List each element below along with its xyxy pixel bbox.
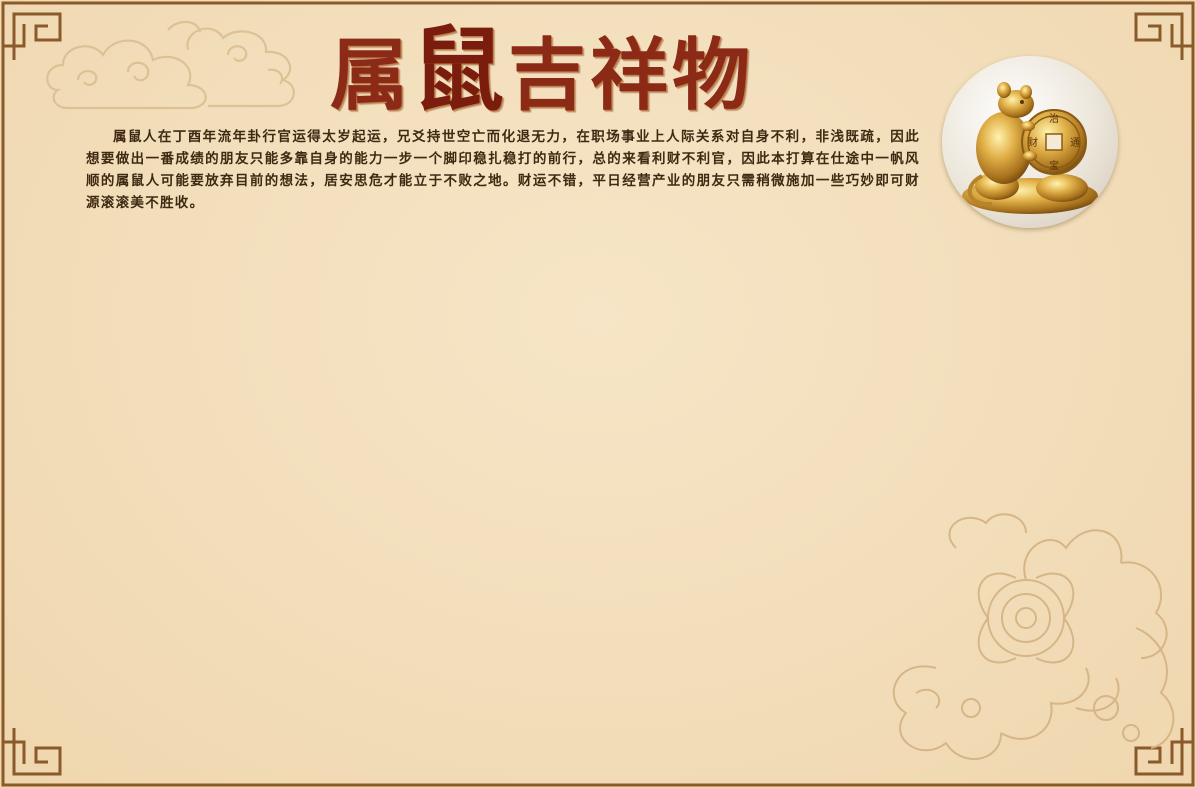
- floral-ornament: [892, 513, 1175, 760]
- page-title: 属鼠吉祥物: [330, 20, 890, 121]
- coin-char-left: 财: [1028, 136, 1038, 149]
- corner-ornament-top-right: [1126, 1, 1195, 70]
- page-background: 属鼠吉祥物 治 通 宝 财 属鼠人在丁酉年流年卦行官运得太岁起运，兄爻持世空亡而…: [0, 0, 1196, 788]
- title-rest: 吉祥物: [508, 30, 755, 121]
- description-paragraph: 属鼠人在丁酉年流年卦行官运得太岁起运，兄爻持世空亡而化退无力，在职场事业上人际关…: [86, 129, 920, 211]
- coin-char-top: 治: [1049, 112, 1059, 125]
- coin-char-right: 通: [1070, 137, 1080, 149]
- coin-char-bottom: 宝: [1049, 159, 1059, 172]
- corner-ornament-bottom-left: [1, 718, 70, 787]
- title-char-1: 属: [330, 30, 413, 121]
- title-char-2: 鼠: [412, 16, 509, 124]
- auspicious-cloud-ornament: [46, 20, 295, 110]
- golden-rat-figurine-image: 治 通 宝 财: [942, 56, 1118, 228]
